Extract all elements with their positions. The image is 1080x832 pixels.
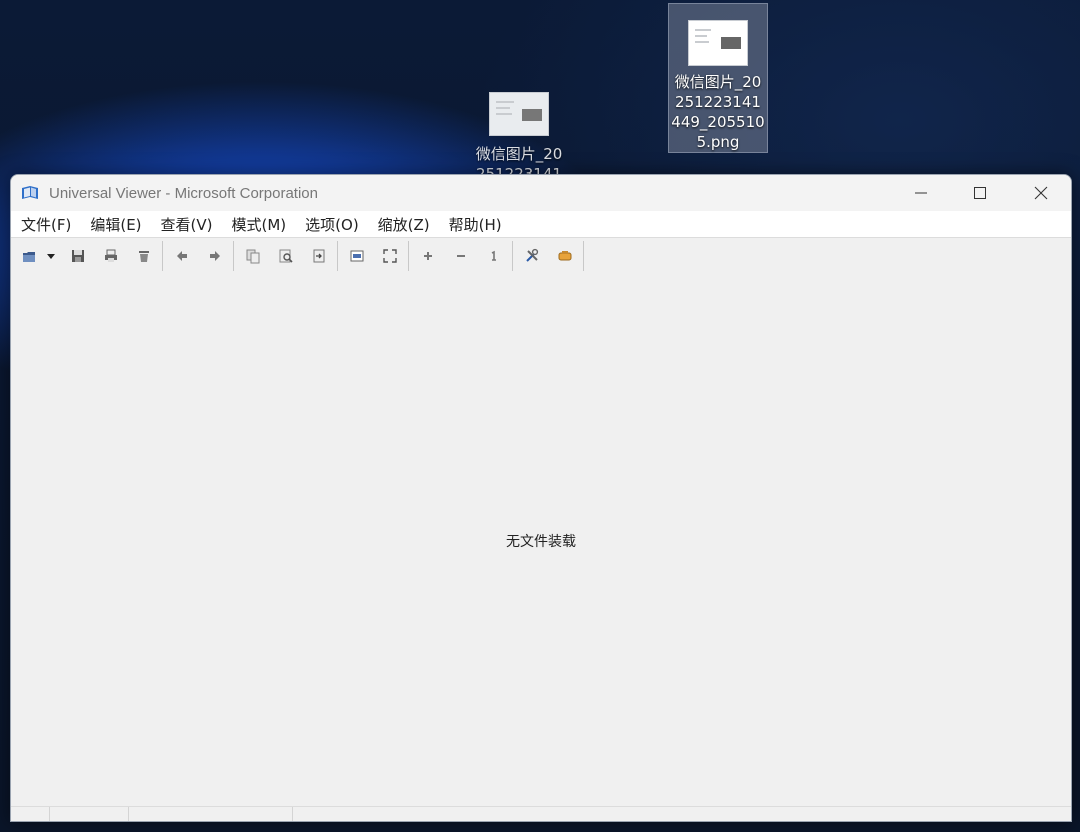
menu-options[interactable]: 选项(O) <box>305 214 359 235</box>
exit-icon <box>313 249 324 263</box>
open-dropdown-button[interactable] <box>41 241 61 271</box>
minimize-button[interactable] <box>891 175 951 211</box>
universal-viewer-app-icon <box>21 185 41 201</box>
copy-button[interactable] <box>236 241 269 271</box>
status-pane <box>50 807 129 821</box>
menu-edit[interactable]: 编辑(E) <box>90 214 141 235</box>
document-view-area[interactable]: 无文件装载 <box>11 273 1071 805</box>
toolbar-separator <box>408 241 409 271</box>
menu-bar: 文件(F) 编辑(E) 查看(V) 模式(M) 选项(O) 缩放(Z) 帮助(H… <box>11 211 1071 238</box>
zoom-out-icon <box>456 255 465 257</box>
next-file-button[interactable] <box>198 241 231 271</box>
toolbar-separator <box>337 241 338 271</box>
fullscreen-button[interactable] <box>373 241 406 271</box>
options-icon <box>525 248 538 262</box>
exit-button[interactable] <box>302 241 335 271</box>
dropdown-arrow-icon <box>47 254 55 259</box>
toolbar-separator <box>233 241 234 271</box>
toolbar <box>11 238 1071 275</box>
image-thumbnail-icon <box>489 92 549 136</box>
fit-window-icon <box>350 250 363 262</box>
fullscreen-icon <box>382 249 397 263</box>
delete-button[interactable] <box>127 241 160 271</box>
delete-icon <box>138 251 149 262</box>
zoom-out-button[interactable] <box>444 241 477 271</box>
find-icon <box>279 249 293 263</box>
desktop-file-label: 微信图片_20251223141449_2055105.png <box>671 73 765 151</box>
open-icon <box>23 252 35 262</box>
fit-window-button[interactable] <box>340 241 373 271</box>
save-icon <box>71 250 84 262</box>
status-bar <box>11 806 1071 821</box>
zoom-original-icon <box>491 250 496 261</box>
no-file-loaded-message: 无文件装载 <box>506 534 576 550</box>
image-thumbnail-icon <box>688 20 748 66</box>
next-file-icon <box>209 251 220 261</box>
options-button[interactable] <box>515 241 548 271</box>
window-title: Universal Viewer - Microsoft Corporation <box>49 184 318 202</box>
previous-file-button[interactable] <box>165 241 198 271</box>
print-icon <box>104 249 117 262</box>
open-button[interactable] <box>17 241 41 271</box>
universal-viewer-window: Universal Viewer - Microsoft Corporation… <box>10 174 1072 822</box>
status-pane <box>11 807 50 821</box>
toolbar-separator <box>583 241 584 271</box>
save-button[interactable] <box>61 241 94 271</box>
menu-help[interactable]: 帮助(H) <box>449 214 502 235</box>
zoom-in-button[interactable] <box>411 241 444 271</box>
zoom-in-icon <box>423 252 432 260</box>
title-bar[interactable]: Universal Viewer - Microsoft Corporation <box>11 175 1071 211</box>
toolbar-separator <box>162 241 163 271</box>
toolbar-separator <box>512 241 513 271</box>
previous-file-icon <box>176 251 187 261</box>
copy-icon <box>246 249 259 264</box>
close-button[interactable] <box>1011 175 1071 211</box>
plugins-icon <box>558 251 571 261</box>
status-pane <box>293 807 1071 821</box>
plugins-button[interactable] <box>548 241 581 271</box>
zoom-original-button[interactable] <box>477 241 510 271</box>
minimize-icon <box>915 192 927 194</box>
status-pane <box>129 807 293 821</box>
menu-file[interactable]: 文件(F) <box>21 214 71 235</box>
close-icon <box>1034 186 1048 200</box>
print-button[interactable] <box>94 241 127 271</box>
menu-view[interactable]: 查看(V) <box>161 214 213 235</box>
menu-mode[interactable]: 模式(M) <box>232 214 287 235</box>
maximize-icon <box>974 187 986 199</box>
find-button[interactable] <box>269 241 302 271</box>
maximize-button[interactable] <box>950 175 1010 211</box>
desktop-file-icon-selected[interactable]: 微信图片_20251223141449_2055105.png <box>668 3 768 153</box>
menu-zoom[interactable]: 缩放(Z) <box>378 214 430 235</box>
